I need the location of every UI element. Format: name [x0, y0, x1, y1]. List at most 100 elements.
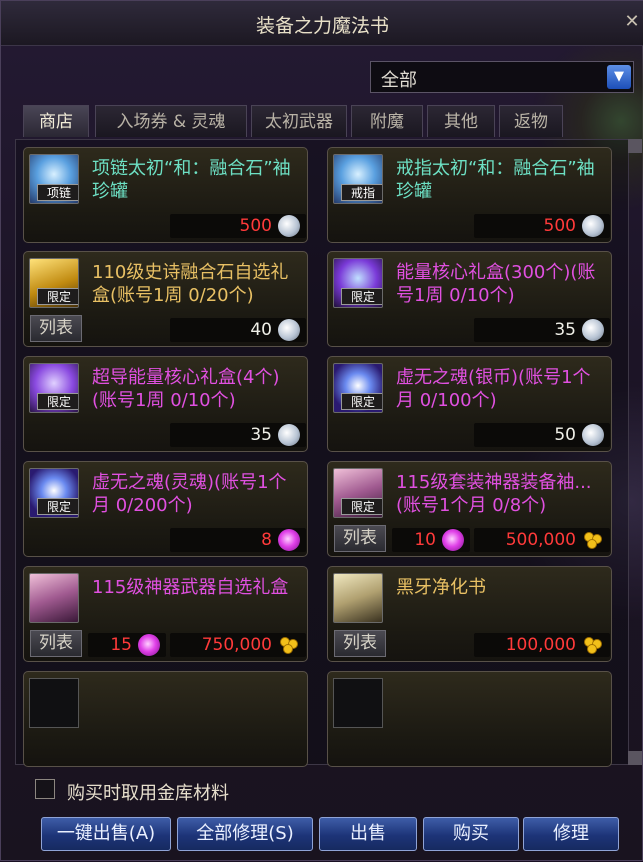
artifact-set-box-icon: 限定	[333, 468, 383, 518]
item-price: 35	[250, 425, 272, 445]
purple-orb-icon	[278, 529, 300, 551]
tab-return[interactable]: 返物	[499, 105, 563, 137]
shop-item[interactable]: 项链 项链太初“和：融合石”袖珍罐 500	[23, 147, 308, 243]
tab-shop[interactable]: 商店	[23, 105, 89, 137]
item-tag: 限定	[341, 288, 382, 305]
empty-slot	[29, 678, 79, 728]
list-button[interactable]: 列表	[30, 315, 82, 342]
item-name: 戒指太初“和：融合石”袖珍罐	[396, 158, 595, 202]
purple-orb-icon	[138, 634, 160, 656]
item-gold-price: 500,000	[505, 530, 576, 550]
scrollbar[interactable]	[628, 139, 642, 765]
shop-item[interactable]: 限定 能量核心礼盒(300个)(账号1周 0/10个) 35	[327, 251, 612, 347]
title-bar[interactable]: 装备之力魔法书 ✕	[1, 1, 643, 46]
silver-coin-icon	[582, 424, 604, 446]
shop-item[interactable]: 限定 虚无之魂(银币)(账号1个月 0/100个) 50	[327, 356, 612, 452]
silver-coin-icon	[582, 215, 604, 237]
item-tag: 限定	[37, 288, 78, 305]
void-soul-icon: 限定	[333, 363, 383, 413]
list-button[interactable]: 列表	[30, 630, 82, 657]
purification-book-icon	[333, 573, 383, 623]
quick-sell-button[interactable]: 一键出售(A)	[41, 817, 171, 851]
item-tag: 限定	[341, 498, 382, 515]
gold-coin-icon	[278, 637, 300, 654]
item-name: 115级套装神器装备袖...(账号1个月 0/8个)	[396, 472, 592, 516]
gold-coin-icon	[582, 532, 604, 549]
shop-item[interactable]: 限定 115级套装神器装备袖...(账号1个月 0/8个) 列表 10 500,…	[327, 461, 612, 557]
item-gold-price: 100,000	[505, 635, 576, 655]
price-box: 100,000	[474, 633, 610, 657]
shop-item[interactable]: 限定 110级史诗融合石自选礼盒(账号1周 0/20个) 列表 40	[23, 251, 308, 347]
item-price: 10	[414, 530, 436, 550]
sell-button[interactable]: 出售	[319, 817, 417, 851]
scroll-up-button[interactable]	[628, 139, 642, 153]
empty-item-slot	[23, 671, 308, 767]
purple-orb-icon	[442, 529, 464, 551]
shop-item[interactable]: 黑牙净化书 列表 100,000	[327, 566, 612, 662]
item-tag: 戒指	[341, 184, 382, 201]
item-price: 35	[554, 320, 576, 340]
tab-primal-weapons[interactable]: 太初武器	[251, 105, 347, 137]
use-vault-materials-checkbox[interactable]	[35, 779, 55, 799]
chevron-down-icon[interactable]: ▼	[607, 65, 631, 89]
gold-coin-icon	[582, 637, 604, 654]
item-price: 50	[554, 425, 576, 445]
shop-item[interactable]: 限定 超导能量核心礼盒(4个)(账号1周 0/10个) 35	[23, 356, 308, 452]
price-box: 40	[170, 318, 306, 342]
silver-coin-icon	[278, 424, 300, 446]
item-price: 500	[543, 216, 576, 236]
silver-coin-icon	[278, 319, 300, 341]
epic-fusion-box-icon: 限定	[29, 258, 79, 308]
void-soul-icon: 限定	[29, 468, 79, 518]
dropdown-selected-value: 全部	[381, 70, 417, 91]
item-price: 15	[110, 635, 132, 655]
energy-core-box-icon: 限定	[333, 258, 383, 308]
shop-item[interactable]: 戒指 戒指太初“和：融合石”袖珍罐 500	[327, 147, 612, 243]
checkbox-label: 购买时取用金库材料	[67, 783, 229, 804]
item-gold-price: 750,000	[201, 635, 272, 655]
price-box: 750,000	[170, 633, 306, 657]
price-box: 500,000	[474, 528, 610, 552]
tab-other[interactable]: 其他	[427, 105, 495, 137]
repair-all-button[interactable]: 全部修理(S)	[177, 817, 313, 851]
close-icon[interactable]: ✕	[623, 13, 641, 31]
scroll-down-button[interactable]	[628, 751, 642, 765]
price-box: 35	[170, 423, 306, 447]
price-box: 10	[392, 528, 470, 552]
price-box: 8	[170, 528, 306, 552]
item-tag: 限定	[341, 393, 382, 410]
shop-item[interactable]: 115级神器武器自选礼盒 列表 15 750,000	[23, 566, 308, 662]
item-price: 40	[250, 320, 272, 340]
category-dropdown[interactable]: 全部 ▼	[370, 61, 634, 93]
shop-window: 装备之力魔法书 ✕ 全部 ▼ 商店 入场券 & 灵魂 太初武器 附魔 其他 返物…	[0, 0, 643, 862]
item-price: 500	[239, 216, 272, 236]
empty-slot	[333, 678, 383, 728]
price-box: 15	[88, 633, 166, 657]
buy-button[interactable]: 购买	[423, 817, 519, 851]
item-name: 能量核心礼盒(300个)(账号1周 0/10个)	[396, 262, 596, 306]
necklace-jar-icon: 项链	[29, 154, 79, 204]
artifact-weapon-box-icon	[29, 573, 79, 623]
price-box: 50	[474, 423, 610, 447]
tab-enchant[interactable]: 附魔	[351, 105, 423, 137]
item-price: 8	[261, 530, 272, 550]
shop-item[interactable]: 限定 虚无之魂(灵魂)(账号1个月 0/200个) 8	[23, 461, 308, 557]
tab-tickets-souls[interactable]: 入场券 & 灵魂	[95, 105, 247, 137]
item-name: 虚无之魂(灵魂)(账号1个月 0/200个)	[92, 472, 287, 516]
item-tag: 限定	[37, 498, 78, 515]
list-button[interactable]: 列表	[334, 630, 386, 657]
price-box: 35	[474, 318, 610, 342]
silver-coin-icon	[582, 319, 604, 341]
silver-coin-icon	[278, 215, 300, 237]
item-name: 项链太初“和：融合石”袖珍罐	[92, 158, 291, 202]
item-name: 虚无之魂(银币)(账号1个月 0/100个)	[396, 367, 591, 411]
item-name: 黑牙净化书	[396, 577, 486, 598]
item-tag: 项链	[37, 184, 78, 201]
price-box: 500	[170, 214, 306, 238]
list-button[interactable]: 列表	[334, 525, 386, 552]
ring-jar-icon: 戒指	[333, 154, 383, 204]
empty-item-slot	[327, 671, 612, 767]
item-tag: 限定	[37, 393, 78, 410]
item-name: 110级史诗融合石自选礼盒(账号1周 0/20个)	[92, 262, 289, 306]
repair-button[interactable]: 修理	[523, 817, 619, 851]
